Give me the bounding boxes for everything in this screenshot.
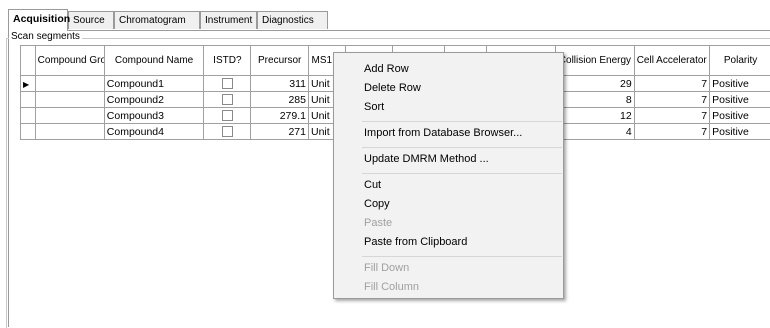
column-header-istd[interactable]: ISTD? [204,46,251,76]
tab-chromatogram[interactable]: Chromatogram [114,11,200,29]
menu-separator [362,147,562,148]
tab-strip: Acquisition Source Chromatogram Instrume… [8,9,768,31]
cell-precursor[interactable]: 271 [251,124,309,140]
istd-checkbox[interactable] [222,126,233,137]
row-selector[interactable] [21,92,36,108]
cell-istd[interactable] [204,108,251,124]
row-selector-header [21,46,36,76]
menu-separator [362,256,562,257]
cell-cell-accelerator-voltage[interactable]: 7 [634,92,709,108]
menu-item-paste: Paste [364,214,392,232]
cell-compound-group[interactable] [35,108,104,124]
cell-istd[interactable] [204,124,251,140]
column-header-polarity[interactable]: Polarity [710,46,770,76]
cell-compound-name[interactable]: Compound1 [104,76,204,92]
menu-item-copy[interactable]: Copy [364,195,390,213]
menu-item-add-row[interactable]: Add Row [364,60,409,78]
cell-cell-accelerator-voltage[interactable]: 7 [634,124,709,140]
cell-cell-accelerator-voltage[interactable]: 7 [634,76,709,92]
menu-item-cut[interactable]: Cut [364,176,381,194]
cell-precursor[interactable]: 285 [251,92,309,108]
cell-precursor[interactable]: 311 [251,76,309,92]
cell-istd[interactable] [204,76,251,92]
menu-item-fill-column: Fill Column [364,278,419,296]
row-selector[interactable] [21,108,36,124]
menu-item-sort[interactable]: Sort [364,98,384,116]
istd-checkbox[interactable] [222,78,233,89]
cell-compound-name[interactable]: Compound3 [104,108,204,124]
cell-polarity[interactable]: Positive [710,76,770,92]
istd-checkbox[interactable] [222,110,233,121]
cell-compound-name[interactable]: Compound4 [104,124,204,140]
current-row-marker-icon[interactable]: ▶ [21,76,36,92]
menu-separator [362,173,562,174]
column-header-cell-accelerator-voltage[interactable]: Cell Accelerator Voltage [634,46,709,76]
menu-item-fill-down: Fill Down [364,259,409,277]
cell-compound-group[interactable] [35,76,104,92]
cell-polarity[interactable]: Positive [710,124,770,140]
cell-compound-name[interactable]: Compound2 [104,92,204,108]
cell-cell-accelerator-voltage[interactable]: 7 [634,108,709,124]
cell-polarity[interactable]: Positive [710,108,770,124]
tab-diagnostics[interactable]: Diagnostics [257,11,328,29]
column-header-compound-name[interactable]: Compound Name [104,46,204,76]
column-header-precursor[interactable]: Precursor [251,46,309,76]
tab-instrument[interactable]: Instrument [200,11,257,29]
scan-segments-label: Scan segments [9,31,82,42]
context-menu: Add Row Delete Row Sort Import from Data… [333,52,564,299]
menu-separator [362,121,562,122]
cell-compound-group[interactable] [35,124,104,140]
tab-acquisition[interactable]: Acquisition [8,9,68,31]
istd-checkbox[interactable] [222,94,233,105]
cell-collision-energy[interactable]: 4 [556,124,635,140]
cell-istd[interactable] [204,92,251,108]
menu-item-update-dmrm-method[interactable]: Update DMRM Method ... [364,150,489,168]
menu-item-paste-from-clipboard[interactable]: Paste from Clipboard [364,233,467,251]
cell-compound-group[interactable] [35,92,104,108]
cell-collision-energy[interactable]: 8 [556,92,635,108]
column-header-compound-group[interactable]: Compound Group / [35,46,104,76]
menu-item-delete-row[interactable]: Delete Row [364,79,421,97]
cell-collision-energy[interactable]: 12 [556,108,635,124]
row-selector[interactable] [21,124,36,140]
cell-precursor[interactable]: 279.1 [251,108,309,124]
menu-item-import-database-browser[interactable]: Import from Database Browser... [364,124,522,142]
tab-source[interactable]: Source [68,11,114,29]
cell-collision-energy[interactable]: 29 [556,76,635,92]
cell-polarity[interactable]: Positive [710,92,770,108]
column-header-collision-energy[interactable]: Collision Energy [556,46,635,76]
